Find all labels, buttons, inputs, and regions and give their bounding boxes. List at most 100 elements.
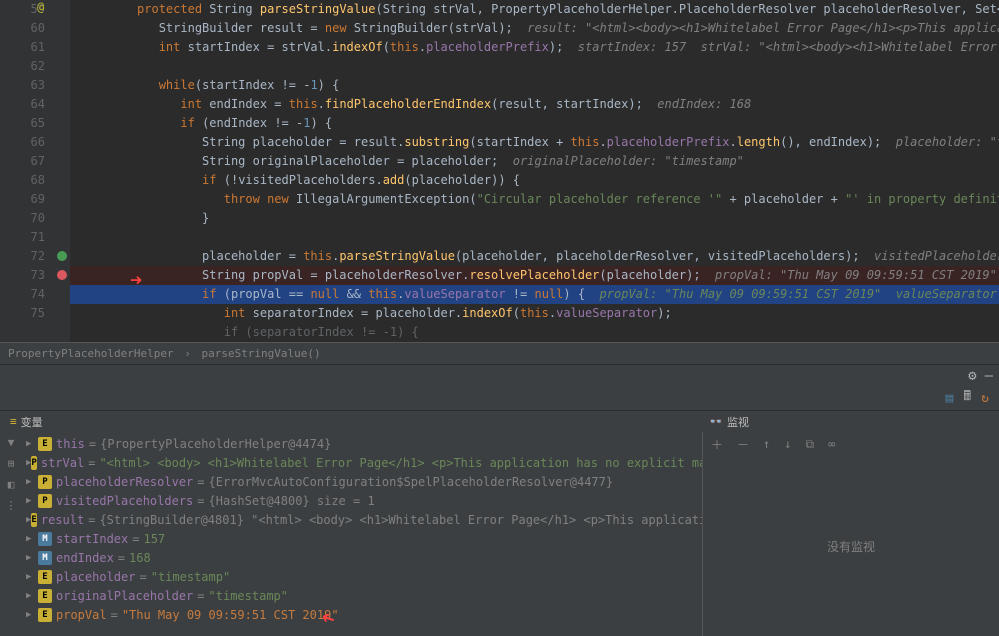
watch-panel[interactable]: ＋ － ↑ ↓ ⧉ ∞ 没有监视 (702, 432, 999, 636)
code-editor[interactable]: @ 5960616263646566676869707172737475 pro… (0, 0, 999, 342)
code-line[interactable]: int separatorIndex = placeholder.indexOf… (70, 304, 999, 323)
code-line[interactable]: protected String parseStringValue(String… (70, 0, 999, 19)
variable-row[interactable]: ▶Eresult={StringBuilder@4801} "<html> <b… (22, 510, 702, 529)
expand-arrow-icon[interactable]: ▶ (26, 610, 38, 620)
glasses-icon: 👓 (709, 415, 723, 428)
var-type-icon: E (31, 513, 36, 527)
expand-arrow-icon[interactable]: ▶ (26, 553, 38, 563)
debug-toolbar: ▤ 🖩 ↻ (0, 386, 999, 410)
var-name: startIndex (56, 532, 128, 546)
var-type-icon: P (31, 456, 36, 470)
variable-row[interactable]: ▶PplaceholderResolver={ErrorMvcAutoConfi… (22, 472, 702, 491)
refresh-icon[interactable]: ↻ (981, 391, 989, 406)
code-line[interactable]: throw new IllegalArgumentException("Circ… (70, 190, 999, 209)
debug-panel-header: ≡ 变量 👓 监视 (0, 410, 999, 432)
override-indicator: @ (37, 0, 44, 14)
var-name: strVal (41, 456, 84, 470)
breadcrumb-class[interactable]: PropertyPlaceholderHelper (8, 347, 174, 360)
variable-row[interactable]: ▶MstartIndex=157 (22, 529, 702, 548)
code-line[interactable]: } (70, 209, 999, 228)
chevron-right-icon: › (184, 347, 191, 360)
filter-icon[interactable]: ▼ (8, 436, 15, 449)
gear-icon[interactable]: ⚙ (968, 368, 976, 384)
var-name: propVal (56, 608, 107, 622)
code-line[interactable]: StringBuilder result = new StringBuilder… (70, 19, 999, 38)
code-line[interactable]: if (endIndex != -1) { (70, 114, 999, 133)
expand-arrow-icon[interactable]: ▶ (26, 534, 38, 544)
variable-row[interactable]: ▶PstrVal="<html> <body> <h1>Whitelabel E… (22, 453, 702, 472)
var-name: this (56, 437, 85, 451)
code-line[interactable]: placeholder = this.parseStringValue(plac… (70, 247, 999, 266)
variable-row[interactable]: ▶MendIndex=168 (22, 548, 702, 567)
code-line[interactable]: int startIndex = strVal.indexOf(this.pla… (70, 38, 999, 57)
var-value: 157 (143, 532, 165, 546)
expand-arrow-icon[interactable]: ▶ (26, 496, 38, 506)
var-value: "timestamp" (151, 570, 230, 584)
more-icon[interactable]: ⋮ (6, 499, 17, 512)
expand-arrow-icon[interactable]: ▶ (26, 572, 38, 582)
variable-row[interactable]: ▶EoriginalPlaceholder="timestamp" (22, 586, 702, 605)
variable-row[interactable]: ▶Eplaceholder="timestamp" (22, 567, 702, 586)
breakpoint-icon[interactable] (57, 270, 67, 280)
link-icon[interactable]: ∞ (828, 437, 835, 451)
gutter-indicators (55, 0, 70, 342)
run-indicator-icon[interactable] (57, 251, 67, 261)
code-line[interactable]: if (propVal == null && this.valueSeparat… (70, 285, 999, 304)
debug-body: ▼ ⊞ ◧ ⋮ ➜ ▶Ethis={PropertyPlaceholderHel… (0, 432, 999, 636)
var-value: {ErrorMvcAutoConfiguration$SpelPlacehold… (209, 475, 614, 489)
expand-arrow-icon[interactable]: ▶ (26, 477, 38, 487)
panel-toolbar: ⚙ — (0, 364, 999, 386)
var-name: placeholderResolver (56, 475, 193, 489)
tab-variables[interactable]: ≡ 变量 (0, 411, 53, 432)
var-type-icon: E (38, 608, 52, 622)
expand-icon[interactable]: ⊞ (8, 457, 15, 470)
minimize-icon[interactable]: — (985, 368, 993, 384)
code-line[interactable]: if (separatorIndex != -1) { (70, 323, 999, 342)
variables-panel[interactable]: ➜ ▶Ethis={PropertyPlaceholderHelper@4474… (22, 432, 702, 636)
code-line[interactable]: if (!visitedPlaceholders.add(placeholder… (70, 171, 999, 190)
code-line[interactable]: String propVal = placeholderResolver.res… (70, 266, 999, 285)
add-icon[interactable]: ＋ (711, 436, 723, 453)
var-value: "<html> <body> <h1>Whitelabel Error Page… (99, 456, 702, 470)
var-name: placeholder (56, 570, 135, 584)
var-value: "timestamp" (209, 589, 288, 603)
var-name: endIndex (56, 551, 114, 565)
variable-row[interactable]: ▶PvisitedPlaceholders={HashSet@4800} siz… (22, 491, 702, 510)
up-icon[interactable]: ↑ (763, 437, 770, 451)
code-line[interactable]: int endIndex = this.findPlaceholderEndIn… (70, 95, 999, 114)
var-type-icon: E (38, 589, 52, 603)
expand-arrow-icon[interactable]: ▶ (26, 591, 38, 601)
breadcrumb-method[interactable]: parseStringValue() (201, 347, 320, 360)
var-value: {StringBuilder@4801} "<html> <body> <h1>… (99, 513, 702, 527)
code-content[interactable]: protected String parseStringValue(String… (70, 0, 999, 342)
line-gutter: 5960616263646566676869707172737475 (0, 0, 55, 342)
code-line[interactable]: String originalPlaceholder = placeholder… (70, 152, 999, 171)
watch-empty-text: 没有监视 (703, 456, 999, 636)
var-type-icon: M (38, 551, 52, 565)
var-name: originalPlaceholder (56, 589, 193, 603)
var-type-icon: E (38, 570, 52, 584)
collapse-icon[interactable]: ◧ (8, 478, 15, 491)
var-type-icon: E (38, 437, 52, 451)
watch-toolbar: ＋ － ↑ ↓ ⧉ ∞ (703, 432, 999, 456)
variable-row[interactable]: ▶Ethis={PropertyPlaceholderHelper@4474} (22, 434, 702, 453)
var-type-icon: P (38, 494, 52, 508)
layout-icon[interactable]: ▤ (946, 391, 954, 406)
code-line[interactable]: while(startIndex != -1) { (70, 76, 999, 95)
code-line[interactable] (70, 228, 999, 247)
copy-icon[interactable]: ⧉ (806, 437, 815, 452)
expand-arrow-icon[interactable]: ▶ (26, 439, 38, 449)
code-line[interactable]: String placeholder = result.substring(st… (70, 133, 999, 152)
variables-side-toolbar: ▼ ⊞ ◧ ⋮ (0, 432, 22, 636)
var-value: {PropertyPlaceholderHelper@4474} (100, 437, 331, 451)
tab-watch[interactable]: 👓 监视 (699, 411, 759, 432)
var-value: {HashSet@4800} size = 1 (209, 494, 375, 508)
variable-row[interactable]: ▶EpropVal="Thu May 09 09:59:51 CST 2019" (22, 605, 702, 624)
var-type-icon: P (38, 475, 52, 489)
var-name: visitedPlaceholders (56, 494, 193, 508)
remove-icon[interactable]: － (737, 436, 749, 453)
down-icon[interactable]: ↓ (784, 437, 791, 451)
breadcrumb[interactable]: PropertyPlaceholderHelper › parseStringV… (0, 342, 999, 364)
calculator-icon[interactable]: 🖩 (963, 387, 971, 409)
code-line[interactable] (70, 57, 999, 76)
